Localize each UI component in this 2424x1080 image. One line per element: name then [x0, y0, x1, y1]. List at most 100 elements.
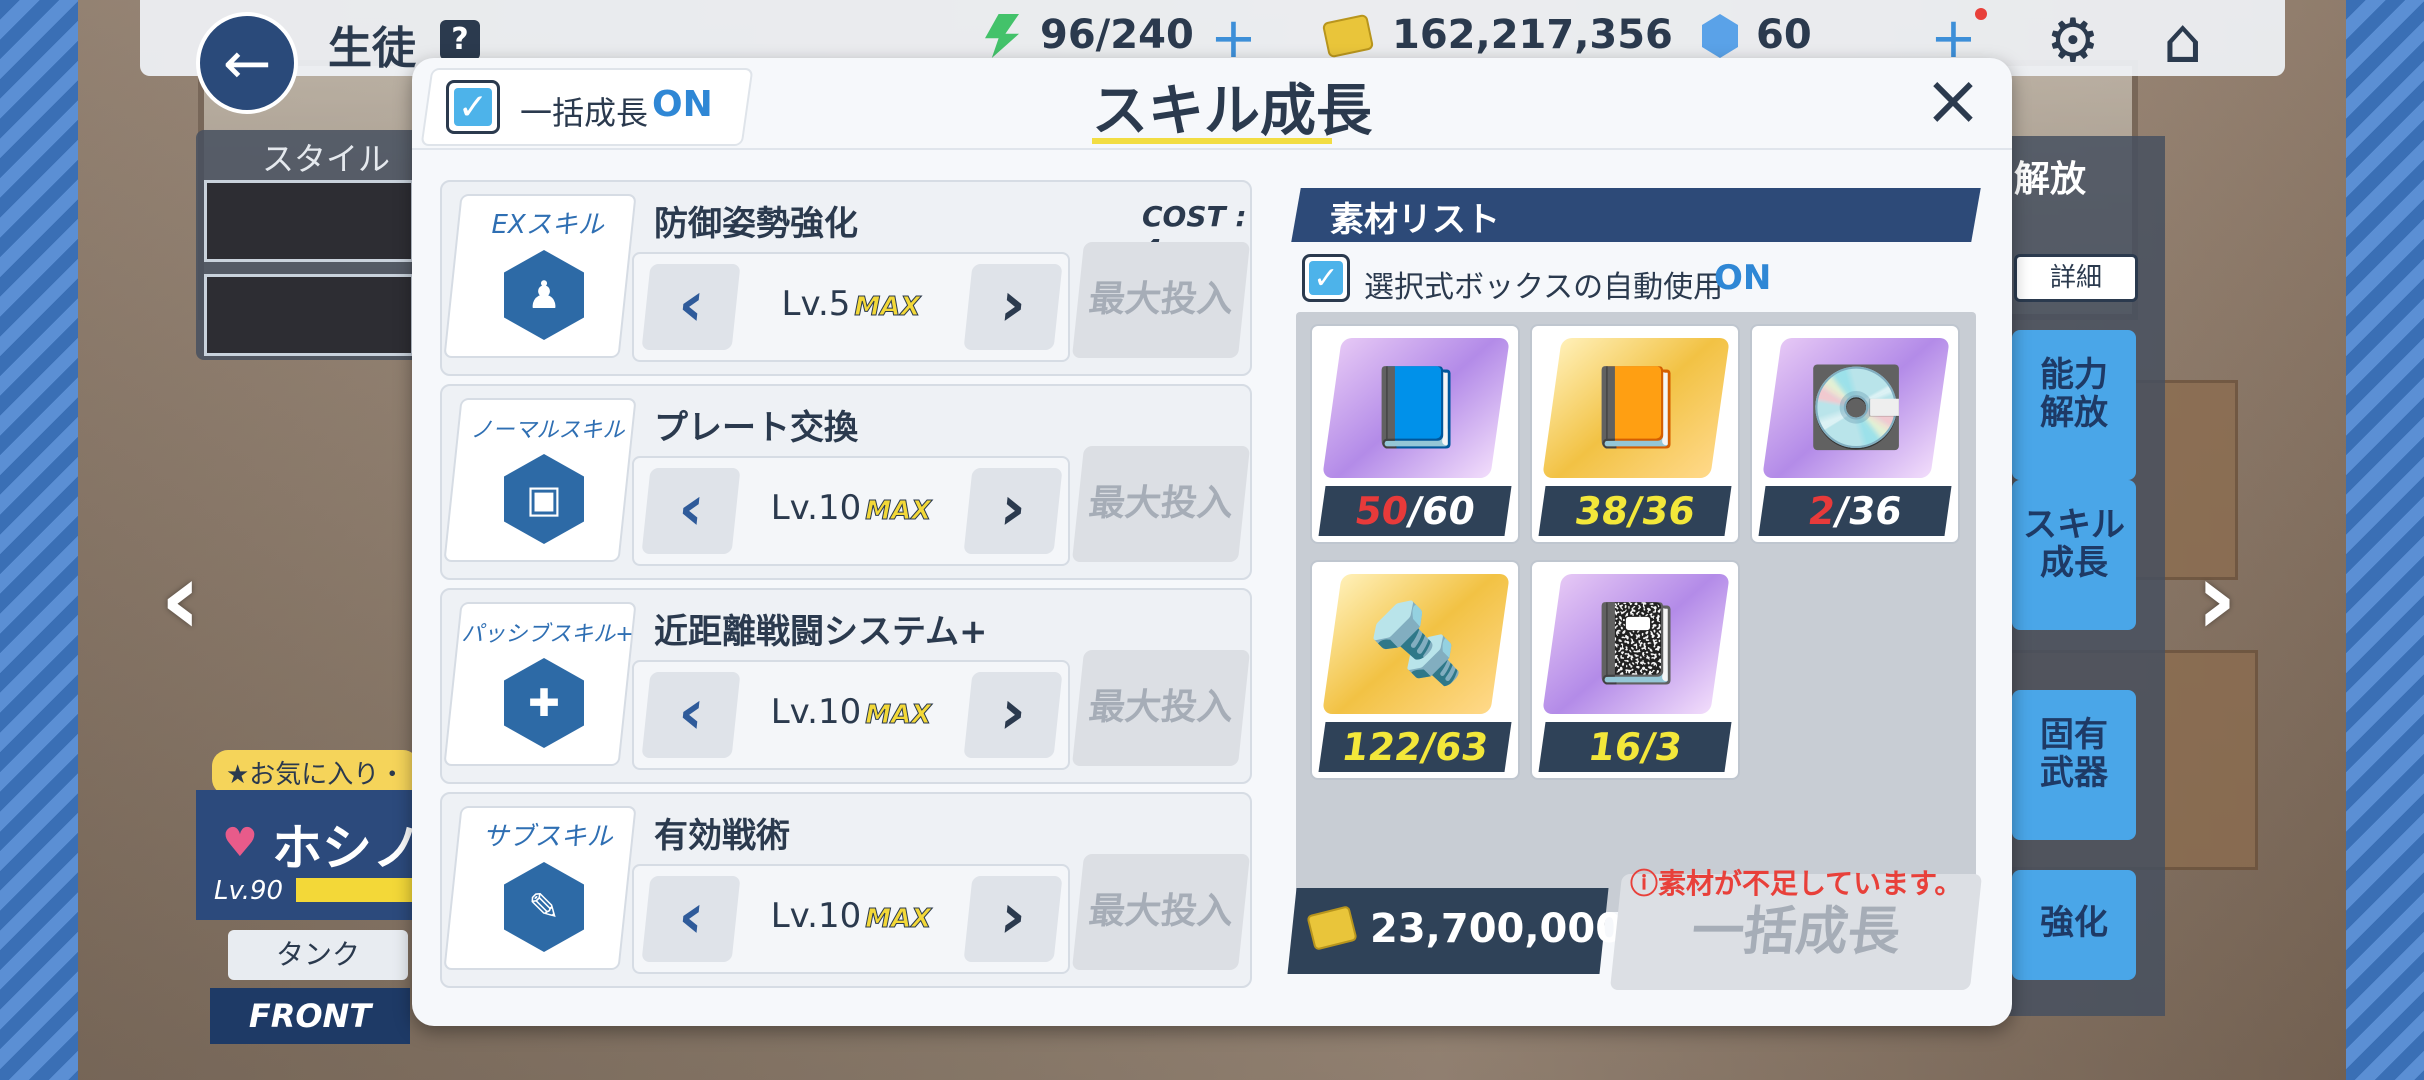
material-item[interactable]: 💽 2/36	[1750, 324, 1960, 544]
level-up-button[interactable]: ›	[963, 468, 1063, 554]
notification-dot	[1975, 8, 1987, 20]
material-count: 2/36	[1758, 486, 1952, 536]
max-badge: MAX	[865, 700, 932, 731]
max-badge: MAX	[865, 904, 932, 935]
student-name: ホシノ	[272, 819, 422, 877]
gold-book-icon: 📙	[1587, 362, 1685, 453]
purple-book-icon: 📘	[1367, 362, 1465, 453]
insufficient-materials-warning: ⓘ素材が不足しています。	[1630, 867, 1963, 900]
material-grid: 📘 50/60 📙 38/36 💽 2/36 🔩 122/63 📓 16/3	[1296, 312, 1976, 912]
auto-use-checkbox[interactable]: ✓	[1302, 254, 1350, 302]
tab-ability-release[interactable]: 能力 解放	[2012, 330, 2136, 480]
level-down-button[interactable]: ‹	[641, 264, 741, 350]
skill-level: Lv.10 MAX	[770, 692, 932, 732]
page-title: 生徒	[328, 23, 416, 74]
bulk-growth-label: 一括成長	[520, 94, 649, 132]
credit-cost: 23,700,000	[1370, 906, 1624, 952]
tactic-icon: ✎	[504, 862, 584, 952]
level-down-button[interactable]: ‹	[641, 468, 741, 554]
material-count: 122/63	[1318, 722, 1512, 772]
skill-row-passive: パッシブスキル+ ✚ 近距離戦闘システム+ ‹ Lv.10 MAX › 最大投入	[440, 588, 1252, 784]
skill-level: Lv.5 MAX	[781, 284, 921, 324]
shield-person-icon: ♟	[504, 250, 584, 340]
skill-card[interactable]: ノーマルスキル ▣	[443, 398, 637, 562]
bulk-growth-checkbox[interactable]: ✓	[446, 80, 500, 134]
favorite-tag[interactable]: ★お気に入り・	[212, 750, 420, 795]
bulk-growth-state: ON	[652, 84, 713, 125]
checkmark-icon: ✓	[454, 87, 492, 128]
material-count: 16/3	[1538, 722, 1732, 772]
material-item[interactable]: 📙 38/36	[1530, 324, 1740, 544]
skill-row-sub: サブスキル ✎ 有効戦術 ‹ Lv.10 MAX › 最大投入	[440, 792, 1252, 988]
home-icon[interactable]: ⌂	[2163, 4, 2202, 77]
hard-drive-icon: 💽	[1807, 362, 1905, 453]
material-item[interactable]: 📘 50/60	[1310, 324, 1520, 544]
style-label: スタイル	[262, 140, 391, 178]
tab-skill-growth[interactable]: スキル 成長	[2012, 480, 2136, 630]
max-badge: MAX	[865, 496, 932, 527]
material-count: 50/60	[1318, 486, 1512, 536]
skill-name: 有効戦術	[654, 816, 790, 856]
ap-count: 96/240	[1040, 12, 1194, 58]
skill-name: 防御姿勢強化	[654, 204, 858, 244]
back-button[interactable]: ←	[196, 12, 298, 114]
student-level: Lv.90	[214, 876, 284, 906]
checkmark-icon: ✓	[1309, 261, 1343, 296]
next-student-chevron-icon[interactable]: ›	[2196, 540, 2237, 657]
material-item[interactable]: 📓 16/3	[1530, 560, 1740, 780]
skill-growth-modal: ✓ 一括成長 ON スキル成長 × EXスキル ♟ 防御姿勢強化 COST : …	[412, 58, 2012, 1026]
right-panel-title: 解放	[2014, 159, 2087, 200]
skill-row-ex: EXスキル ♟ 防御姿勢強化 COST : 4 ‹ Lv.5MAX › 最大投入	[440, 180, 1252, 376]
max-invest-button[interactable]: 最大投入	[1071, 854, 1251, 970]
modal-title: スキル成長	[1092, 79, 1372, 144]
help-icon[interactable]: ?	[440, 20, 480, 60]
level-selector: ‹ Lv.10 MAX ›	[632, 660, 1070, 770]
material-item[interactable]: 🔩 122/63	[1310, 560, 1520, 780]
level-down-button[interactable]: ‹	[641, 876, 741, 962]
level-down-button[interactable]: ‹	[641, 672, 741, 758]
max-badge: MAX	[854, 292, 921, 323]
settings-gear-icon[interactable]: ⚙	[2046, 6, 2100, 76]
title-underline	[1092, 138, 1332, 144]
max-invest-button[interactable]: 最大投入	[1071, 242, 1251, 358]
gun-plus-icon: ✚	[504, 658, 584, 748]
level-selector: ‹ Lv.10 MAX ›	[632, 864, 1070, 974]
level-up-button[interactable]: ›	[963, 264, 1063, 350]
pyroxene-count: 60	[1756, 12, 1812, 58]
right-border-stripes	[2346, 0, 2424, 1080]
tech-notes-icon: 📓	[1587, 598, 1685, 689]
detail-button[interactable]: 詳細	[2014, 254, 2138, 302]
exp-bar	[296, 878, 426, 902]
level-up-button[interactable]: ›	[963, 672, 1063, 758]
prev-student-chevron-icon[interactable]: ‹	[160, 540, 201, 657]
armor-vest-icon: ▣	[504, 454, 584, 544]
bond-heart-icon: ♥	[222, 820, 258, 866]
tab-unique-weapon[interactable]: 固有 武器	[2012, 690, 2136, 840]
skill-level: Lv.10 MAX	[770, 896, 932, 936]
style-thumb[interactable]	[204, 180, 414, 262]
skill-type: EXスキル	[491, 210, 604, 240]
skill-level: Lv.10 MAX	[770, 488, 932, 528]
auto-use-state[interactable]: ON	[1714, 258, 1771, 298]
max-invest-button[interactable]: 最大投入	[1071, 446, 1251, 562]
skill-card[interactable]: EXスキル ♟	[443, 194, 637, 358]
tab-enhance[interactable]: 強化	[2012, 870, 2136, 980]
level-selector: ‹ Lv.5 MAX ›	[632, 252, 1070, 362]
credit-count: 162,217,356	[1392, 12, 1673, 58]
max-invest-button[interactable]: 最大投入	[1071, 650, 1251, 766]
role-tag: タンク	[228, 930, 408, 980]
skill-type: ノーマルスキル	[470, 418, 625, 443]
style-thumb[interactable]	[204, 274, 414, 356]
level-selector: ‹ Lv.10 MAX ›	[632, 456, 1070, 566]
skill-name: 近距離戦闘システム+	[654, 612, 988, 652]
skill-type: パッシブスキル+	[461, 622, 634, 647]
close-icon[interactable]: ×	[1918, 65, 1988, 138]
skill-name: プレート交換	[654, 408, 858, 448]
skill-type: サブスキル	[482, 822, 613, 852]
skill-card[interactable]: パッシブスキル+ ✚	[443, 602, 637, 766]
material-count: 38/36	[1538, 486, 1732, 536]
material-list-title: 素材リスト	[1330, 200, 1500, 240]
level-up-button[interactable]: ›	[963, 876, 1063, 962]
skill-card[interactable]: サブスキル ✎	[443, 806, 637, 970]
position-tag: FRONT	[210, 988, 410, 1044]
